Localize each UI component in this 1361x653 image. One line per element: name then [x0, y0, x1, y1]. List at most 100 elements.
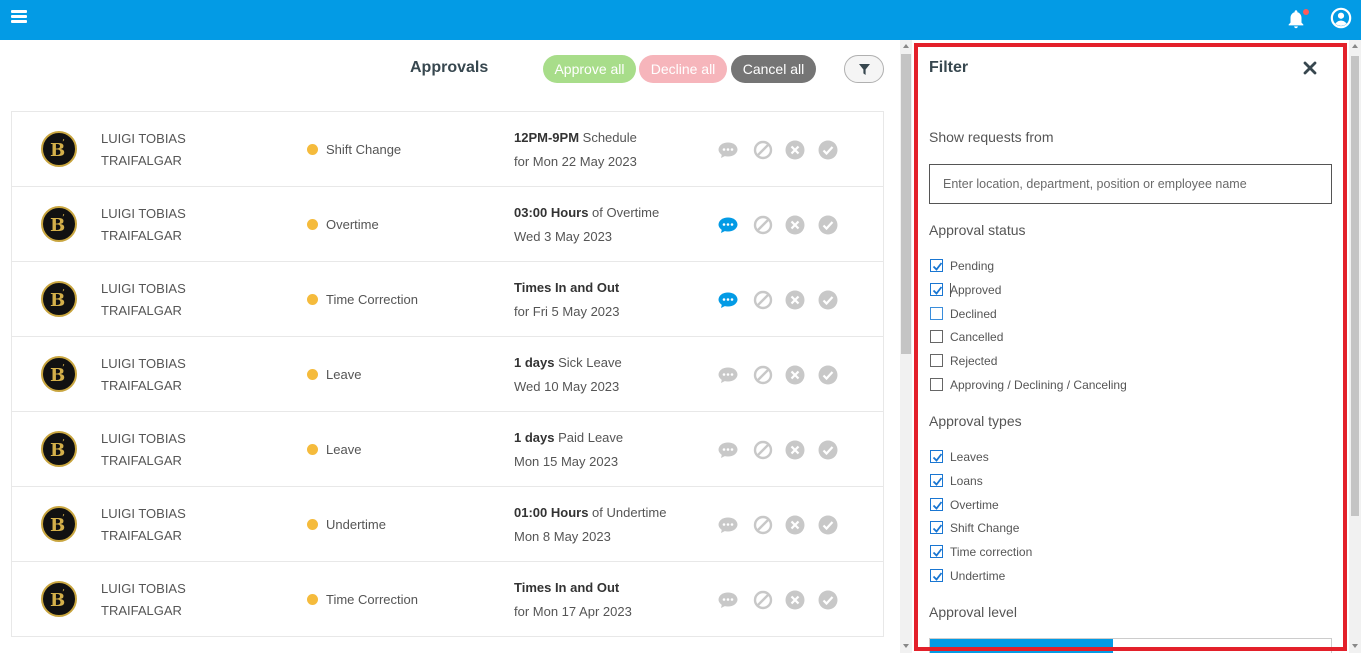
filter-title: Filter	[929, 59, 969, 76]
close-icon[interactable]	[1303, 61, 1317, 75]
block-icon[interactable]	[753, 590, 773, 610]
approvals-main: Approvals Approve all Decline all Cancel…	[0, 40, 900, 653]
request-detail: 1 days Paid Leave	[514, 430, 623, 445]
company-logo-icon: B’	[50, 589, 65, 611]
checkbox-label: Rejected	[950, 354, 998, 369]
block-icon[interactable]	[753, 290, 773, 310]
checkbox-box[interactable]	[930, 282, 943, 296]
checkbox-box[interactable]	[930, 330, 943, 344]
checkbox-box[interactable]	[930, 497, 943, 511]
comment-icon[interactable]	[718, 515, 738, 535]
cancel-all-button[interactable]: Cancel all	[731, 55, 816, 83]
request-detail-rest: Paid Leave	[554, 430, 624, 445]
comment-icon[interactable]	[718, 590, 738, 610]
requests-search-input[interactable]	[929, 164, 1332, 204]
request-type: Overtime	[307, 217, 379, 232]
comment-icon[interactable]	[718, 440, 738, 460]
table-row[interactable]: B’ LUIGI TOBIAS TRAIFALGAR Leave 1 days Sick…	[12, 337, 883, 412]
page-title: Approvals	[410, 59, 489, 76]
approve-icon[interactable]	[818, 215, 838, 235]
request-detail-rest: Schedule	[579, 130, 637, 145]
table-row[interactable]: B’ LUIGI TOBIAS TRAIFALGAR Time Correction T…	[12, 262, 883, 337]
decline-icon[interactable]	[785, 440, 805, 460]
hamburger-icon[interactable]	[11, 10, 27, 24]
approve-icon[interactable]	[818, 440, 838, 460]
checkbox-box[interactable]	[930, 521, 943, 535]
table-row[interactable]: B’ LUIGI TOBIAS TRAIFALGAR Shift Change 12PM…	[12, 112, 883, 187]
filter-panel: Filter Show requests from Approval statu…	[912, 40, 1361, 653]
checkbox-box[interactable]	[930, 378, 943, 391]
decline-icon[interactable]	[785, 215, 805, 235]
checkbox-box[interactable]	[930, 545, 943, 559]
approve-icon[interactable]	[818, 365, 838, 385]
user-circle-icon[interactable]	[1330, 7, 1352, 29]
filter-button[interactable]	[844, 55, 884, 83]
request-type-label: Shift Change	[326, 142, 402, 157]
approve-icon[interactable]	[818, 515, 838, 535]
block-icon[interactable]	[753, 365, 773, 385]
request-type: Undertime	[307, 517, 386, 532]
decline-icon[interactable]	[785, 365, 805, 385]
approve-icon[interactable]	[818, 590, 838, 610]
decline-icon[interactable]	[785, 140, 805, 160]
avatar: B’	[41, 581, 77, 617]
request-date: for Mon 17 Apr 2023	[514, 604, 632, 619]
approval-types-label: Approval types	[929, 413, 1022, 429]
request-date: Wed 10 May 2023	[514, 379, 620, 394]
employee-first-name: LUIGI TOBIAS	[101, 281, 186, 296]
table-row[interactable]: B’ LUIGI TOBIAS TRAIFALGAR Overtime 03:00 Ho…	[12, 187, 883, 262]
request-date: Wed 3 May 2023	[514, 229, 613, 244]
employee-first-name: LUIGI TOBIAS	[101, 206, 186, 221]
block-icon[interactable]	[753, 140, 773, 160]
main-scrollbar[interactable]	[900, 40, 912, 653]
checkbox-box[interactable]	[930, 354, 943, 368]
request-date: Mon 8 May 2023	[514, 529, 611, 544]
comment-icon[interactable]	[718, 365, 738, 385]
block-icon[interactable]	[753, 215, 773, 235]
checkbox-label: Leaves	[950, 450, 989, 464]
decline-icon[interactable]	[785, 290, 805, 310]
checkbox-label: Undertime	[950, 569, 1006, 583]
decline-all-button[interactable]: Decline all	[639, 55, 727, 83]
comment-icon[interactable]	[718, 290, 738, 310]
checkbox-label: Approving / Declining / Canceling	[950, 378, 1127, 392]
request-type-label: Time Correction	[326, 592, 418, 607]
table-row[interactable]: B’ LUIGI TOBIAS TRAIFALGAR Time Correction T…	[12, 562, 883, 637]
comment-icon[interactable]	[718, 140, 738, 160]
status-dot	[307, 219, 318, 230]
approval-level-selected-segment[interactable]	[930, 639, 1113, 653]
filter-scrollbar[interactable]	[1349, 40, 1361, 653]
request-detail-bold: Times In and Out	[514, 280, 620, 295]
decline-icon[interactable]	[785, 515, 805, 535]
decline-icon[interactable]	[785, 590, 805, 610]
status-dot	[307, 369, 318, 380]
table-row[interactable]: B’ LUIGI TOBIAS TRAIFALGAR Leave 1 days Paid…	[12, 412, 883, 487]
checkbox-box[interactable]	[930, 259, 943, 272]
request-type-label: Time Correction	[326, 292, 418, 307]
approval-level-toggle[interactable]	[929, 638, 1332, 653]
svg-text:’: ’	[62, 139, 65, 149]
request-detail: 12PM-9PM Schedule	[514, 130, 637, 145]
employee-last-name: TRAIFALGAR	[101, 453, 182, 468]
checkbox-label: Pending	[950, 259, 995, 273]
checkbox-box[interactable]	[930, 450, 943, 463]
checkbox-box[interactable]	[930, 569, 943, 582]
employee-first-name: LUIGI TOBIAS	[101, 506, 186, 521]
company-logo-icon: B’	[50, 214, 65, 236]
checkbox-box[interactable]	[930, 306, 943, 320]
checkbox-box[interactable]	[930, 473, 943, 487]
table-row[interactable]: B’ LUIGI TOBIAS TRAIFALGAR Undertime 01:00 H…	[12, 487, 883, 562]
employee-last-name: TRAIFALGAR	[101, 153, 182, 168]
approve-icon[interactable]	[818, 290, 838, 310]
block-icon[interactable]	[753, 440, 773, 460]
comment-icon[interactable]	[718, 215, 738, 235]
approve-icon[interactable]	[818, 140, 838, 160]
employee-last-name: TRAIFALGAR	[101, 528, 182, 543]
top-bar	[0, 0, 1361, 40]
block-icon[interactable]	[753, 515, 773, 535]
employee-first-name: LUIGI TOBIAS	[101, 131, 186, 146]
status-dot	[307, 144, 318, 155]
svg-text:’: ’	[62, 289, 65, 299]
approve-all-button[interactable]: Approve all	[543, 55, 636, 83]
checkbox-label: Approved	[950, 282, 1002, 297]
